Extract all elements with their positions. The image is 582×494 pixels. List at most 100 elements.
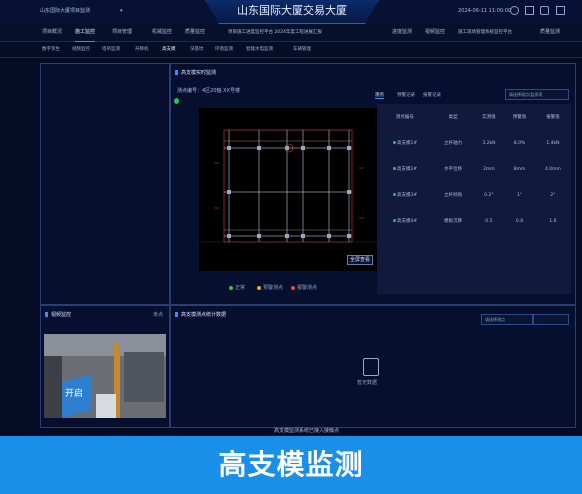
title-marker-icon xyxy=(45,312,48,317)
cell-alarm: 2° xyxy=(550,192,556,198)
cell-type: 模板沉降 xyxy=(444,219,463,224)
cell-value: 0.5 xyxy=(485,218,493,224)
table-row[interactable]: 高支模4# 模板沉降 0.5 0.8 1.6 xyxy=(377,208,571,234)
nav-notice: 项目施工进度监控平台 2024年度工程进展汇报 xyxy=(228,30,322,35)
main-title: 高支模实时监测 xyxy=(181,70,217,76)
legend-warn-icon xyxy=(257,286,261,290)
camera-title: 视频监控 xyxy=(51,312,72,318)
footer-note: 高支模监测系统已接入接触点 xyxy=(274,428,340,434)
legend-alarm-icon xyxy=(291,286,295,290)
nav-item-construction[interactable]: 施工监控 xyxy=(75,24,96,42)
caption-text: 高支模监测 xyxy=(218,448,364,481)
subnav-item-vehicle[interactable]: 车辆管理 xyxy=(293,42,311,57)
main-subtitle: 测点编号：4区20轴 XX号楼 xyxy=(177,88,240,94)
cell-alarm: 1.4kN xyxy=(546,140,560,146)
statistics-panel: 高支模测点统计数据 请选择测点 暂无数据 xyxy=(170,305,576,428)
subnav-item-twin[interactable]: 数字孪生 xyxy=(42,42,60,57)
drawing-svg xyxy=(199,129,377,243)
point-select[interactable]: 请选择测点/监测项 xyxy=(505,89,569,100)
row-status-icon xyxy=(392,219,396,222)
subnav-item-utility[interactable]: 智能水电监测 xyxy=(246,42,273,57)
th-alarm: 报警值 xyxy=(546,115,560,120)
fullscreen-button[interactable]: 全屏查看 xyxy=(347,255,374,265)
subnav-item-video[interactable]: 视频监控 xyxy=(72,42,90,57)
th-id: 测点编号 xyxy=(395,115,414,120)
datetime: 2024-06-11 11:00:00 xyxy=(458,8,512,14)
main-nav: 项目概况 施工监控 项目管理 机械监控 质量监控 项目施工进度监控平台 2024… xyxy=(0,24,582,42)
nav-item-overview[interactable]: 项目概况 xyxy=(42,24,62,41)
cell-warn: 0.8 xyxy=(515,218,524,224)
cell-warn: 8.0% xyxy=(513,140,526,146)
settings-icon[interactable] xyxy=(540,6,549,15)
feed-wall xyxy=(124,352,164,402)
title-marker-icon xyxy=(175,70,178,75)
th-warn: 预警值 xyxy=(512,115,527,120)
row-status-icon xyxy=(392,141,396,144)
nav-item-site-platform[interactable]: 施工现场管理系统监控平台 xyxy=(458,24,512,41)
nav-item-video[interactable]: 视频监控 xyxy=(425,24,445,41)
formwork-monitor-panel: 高支模实时监测 测点编号：4区20轴 XX号楼 全屏查看 正常 预警测点 报警测… xyxy=(170,63,576,305)
tab-warnings[interactable]: 预警记录 xyxy=(397,92,415,98)
subnav-item-elevator[interactable]: 升降机 xyxy=(135,42,149,57)
project-selector[interactable]: 山东国际大厦项目监测 xyxy=(40,8,90,14)
table-header: 测点编号 类型 实测值 预警值 报警值 xyxy=(377,104,571,130)
cell-id: 高支模3# xyxy=(397,193,418,198)
tab-alarms[interactable]: 报警记录 xyxy=(423,92,441,98)
table-row[interactable]: 高支模1# 立杆轴力 3.2kN 8.0% 1.4kN xyxy=(377,130,571,156)
bell-icon[interactable] xyxy=(525,6,534,15)
chevron-down-icon[interactable]: ▾ xyxy=(120,8,123,14)
camera-feed[interactable]: 开启 xyxy=(44,334,166,418)
point-select-value: 请选择测点/监测项 xyxy=(509,92,543,97)
cell-alarm: 4.0mm xyxy=(544,166,561,172)
camera-panel: 视频监控 未点 开启 xyxy=(40,305,170,428)
cell-id: 高支模2# xyxy=(397,167,418,172)
th-value: 实测值 xyxy=(482,115,496,120)
caption-banner: 高支模监测 xyxy=(0,436,582,494)
statistics-select-value: 请选择测点 xyxy=(485,317,505,322)
legend-ok-icon xyxy=(229,286,233,290)
left-empty-panel xyxy=(40,63,170,305)
legend-warn-label: 预警测点 xyxy=(263,285,284,291)
cell-warn: 8mm xyxy=(513,166,526,172)
row-status-icon xyxy=(392,167,396,170)
feed-board xyxy=(96,394,116,418)
page-title-plate: 山东国际大厦交易大厦 xyxy=(205,0,379,24)
data-table: 测点编号 类型 实测值 预警值 报警值 高支模1# 立杆轴力 3.2kN 8.0… xyxy=(377,104,571,294)
empty-text: 暂无数据 xyxy=(357,380,378,386)
nav-item-progress[interactable]: 进度监测 xyxy=(392,24,412,41)
camera-tag: 未点 xyxy=(153,312,164,318)
legend-ok-label: 正常 xyxy=(235,285,246,291)
structural-drawing[interactable]: 全屏查看 xyxy=(199,108,377,271)
cell-type: 立杆倾角 xyxy=(444,193,463,198)
subnav-item-formwork[interactable]: 高支模 xyxy=(162,42,176,57)
tab-points[interactable]: 测点 xyxy=(375,92,384,99)
title-marker-icon xyxy=(175,312,178,317)
cell-id: 高支模1# xyxy=(397,141,418,146)
cell-id: 高支模4# xyxy=(397,219,418,224)
statistics-select[interactable]: 请选择测点 xyxy=(481,314,533,325)
subnav-item-crane[interactable]: 塔吊监测 xyxy=(102,42,120,57)
nav-item-project[interactable]: 项目管理 xyxy=(112,24,132,41)
cell-value: 0.2° xyxy=(484,192,494,198)
cell-alarm: 1.6 xyxy=(549,218,557,224)
status-dot-icon xyxy=(174,98,179,104)
cell-type: 立杆轴力 xyxy=(444,141,463,146)
subnav-item-env[interactable]: 环境监测 xyxy=(215,42,233,57)
cell-warn: 1° xyxy=(516,192,523,198)
subnav-item-pit[interactable]: 深基坑 xyxy=(190,42,204,57)
cell-value: 3.2kN xyxy=(482,140,496,146)
fullscreen-icon[interactable] xyxy=(556,6,565,15)
row-status-icon xyxy=(392,193,396,196)
user-icon[interactable] xyxy=(510,6,519,15)
legend-alarm-label: 报警测点 xyxy=(297,285,318,291)
table-row[interactable]: 高支模3# 立杆倾角 0.2° 1° 2° xyxy=(377,182,571,208)
statistics-select-secondary[interactable] xyxy=(533,314,569,325)
feed-sign-text: 开启 xyxy=(65,389,84,399)
nav-item-machinery[interactable]: 机械监控 xyxy=(152,24,172,41)
feed-column xyxy=(44,356,62,418)
table-row[interactable]: 高支模2# 水平位移 2mm 8mm 4.0mm xyxy=(377,156,571,182)
page-title: 山东国际大厦交易大厦 xyxy=(237,4,347,17)
nav-item-quality-monitor[interactable]: 质量监测 xyxy=(540,24,560,41)
nav-item-quality[interactable]: 质量监控 xyxy=(185,24,205,41)
empty-box-icon xyxy=(363,358,379,376)
